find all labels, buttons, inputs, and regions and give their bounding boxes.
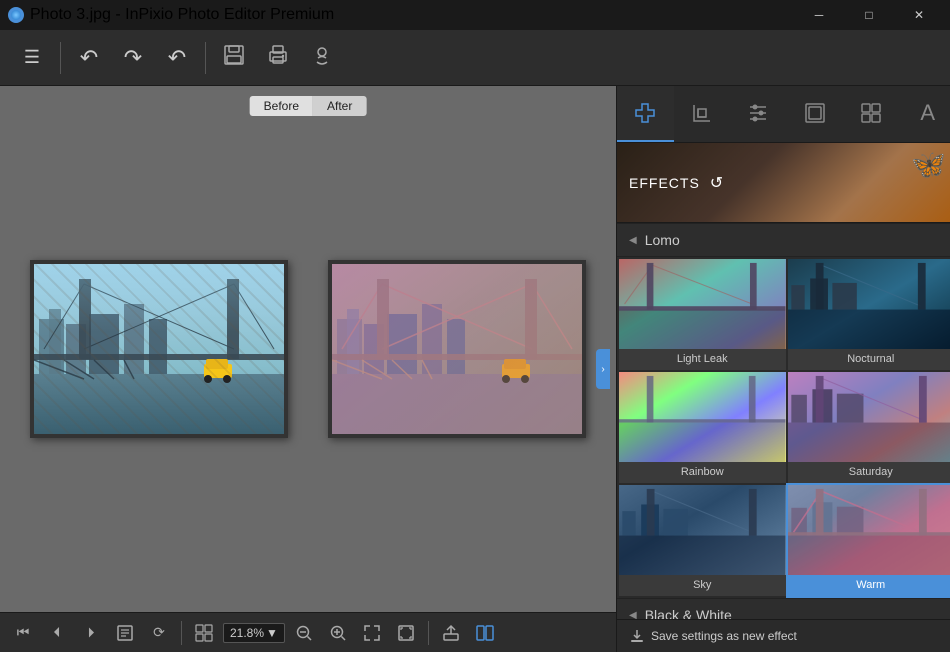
effect-nocturnal[interactable]: Nocturnal — [788, 259, 950, 370]
prev-button[interactable]: ⏴ — [42, 618, 72, 648]
panel-header-content: EFFECTS ↺ — [629, 171, 725, 195]
titlebar: Photo 3.jpg - InPixio Photo Editor Premi… — [0, 0, 950, 30]
lomo-effects-grid: Light Leak — [617, 257, 950, 598]
effect-sky-label: Sky — [619, 575, 786, 596]
titlebar-left: Photo 3.jpg - InPixio Photo Editor Premi… — [8, 6, 334, 24]
bottom-toolbar: ⏮ ⏴ ⏵ ⟳ 21.8% ▼ — [0, 612, 616, 652]
effect-warm[interactable]: Warm — [788, 485, 950, 596]
zoom-display: 21.8% ▼ — [223, 623, 285, 643]
canvas-images — [0, 86, 616, 612]
effect-sky[interactable]: Sky — [619, 485, 786, 596]
after-photo — [332, 264, 582, 434]
export-button[interactable] — [436, 618, 466, 648]
save-effect-button[interactable]: Save settings as new effect — [629, 628, 797, 644]
category-bw[interactable]: ◀ Black & White — [617, 598, 950, 619]
menu-button[interactable]: ☰ — [12, 38, 52, 78]
save-button[interactable] — [214, 38, 254, 78]
bw-label: Black & White — [645, 607, 732, 619]
undo-button[interactable]: ↶ — [69, 38, 109, 78]
toolbar-separator-1 — [60, 42, 61, 74]
tab-effects[interactable] — [617, 86, 674, 142]
toolbar: ☰ ↶ ↷ ↶ — [0, 30, 950, 86]
before-button[interactable]: Before — [250, 96, 313, 116]
panel-tabs: A — [617, 86, 950, 143]
panel-bottom: Save settings as new effect — [617, 619, 950, 652]
before-photo-frame — [30, 260, 288, 438]
right-panel: A 🦋 EFFECTS ↺ ◀ Lomo — [616, 86, 950, 652]
menu-icon: ☰ — [24, 47, 40, 68]
file-button[interactable] — [110, 618, 140, 648]
tab-frame[interactable] — [787, 86, 844, 142]
rotate-button[interactable]: ⟳ — [144, 618, 174, 648]
panel-header: 🦋 EFFECTS ↺ — [617, 143, 950, 223]
zoom-dropdown-icon[interactable]: ▼ — [266, 626, 278, 640]
main-area: Before After — [0, 86, 950, 652]
maximize-button[interactable]: □ — [846, 0, 892, 30]
skip-start-button[interactable]: ⏮ — [8, 618, 38, 648]
bw-arrow-icon: ◀ — [629, 610, 637, 620]
effect-rainbow[interactable]: Rainbow — [619, 372, 786, 483]
save-icon — [223, 44, 245, 71]
redo-button-2[interactable]: ↶ — [157, 38, 197, 78]
butterfly-decoration: 🦋 — [911, 148, 946, 181]
effect-warm-thumb — [788, 485, 950, 575]
sidebar-expand-arrow[interactable]: › — [596, 349, 610, 389]
effect-light-leak-thumb — [619, 259, 786, 349]
effect-saturday-label: Saturday — [788, 462, 950, 483]
dual-view-button[interactable] — [470, 618, 500, 648]
category-lomo[interactable]: ◀ Lomo — [617, 223, 950, 257]
effect-nocturnal-label: Nocturnal — [788, 349, 950, 370]
effects-reset-button[interactable]: ↺ — [708, 171, 725, 195]
text-tab-label: A — [920, 100, 935, 126]
grid-button[interactable] — [189, 618, 219, 648]
undo-icon: ↶ — [80, 45, 98, 71]
effect-sky-thumb — [619, 485, 786, 575]
fullscreen-button[interactable] — [391, 618, 421, 648]
bottom-sep-2 — [428, 621, 429, 645]
redo-icon-1: ↷ — [124, 45, 142, 71]
titlebar-title: Photo 3.jpg - InPixio Photo Editor Premi… — [30, 6, 334, 24]
after-button[interactable]: After — [313, 96, 366, 116]
zoom-in-button[interactable] — [323, 618, 353, 648]
tab-crop[interactable] — [674, 86, 731, 142]
print-icon — [267, 44, 289, 71]
redo-button-1[interactable]: ↷ — [113, 38, 153, 78]
effect-rainbow-thumb — [619, 372, 786, 462]
stamp-button[interactable] — [302, 38, 342, 78]
fit-button[interactable] — [357, 618, 387, 648]
print-button[interactable] — [258, 38, 298, 78]
bottom-sep-1 — [181, 621, 182, 645]
effect-rainbow-label: Rainbow — [619, 462, 786, 483]
tab-text[interactable]: A — [900, 86, 950, 142]
effect-light-leak[interactable]: Light Leak — [619, 259, 786, 370]
next-button[interactable]: ⏵ — [76, 618, 106, 648]
effect-saturday-thumb — [788, 372, 950, 462]
minimize-button[interactable]: ─ — [796, 0, 842, 30]
zoom-out-button[interactable] — [289, 618, 319, 648]
close-button[interactable]: ✕ — [896, 0, 942, 30]
panel-content: ◀ Lomo — [617, 223, 950, 619]
effect-warm-label: Warm — [788, 575, 950, 596]
lomo-arrow-icon: ◀ — [629, 235, 637, 246]
lomo-label: Lomo — [645, 232, 680, 248]
after-photo-frame — [328, 260, 586, 438]
stamp-icon — [311, 44, 333, 71]
canvas-area: Before After — [0, 86, 616, 652]
redo-icon-2: ↶ — [168, 45, 186, 71]
effect-light-leak-label: Light Leak — [619, 349, 786, 370]
app-icon — [8, 7, 24, 23]
effect-nocturnal-thumb — [788, 259, 950, 349]
toolbar-separator-2 — [205, 42, 206, 74]
effect-saturday[interactable]: Saturday — [788, 372, 950, 483]
tab-adjust[interactable] — [730, 86, 787, 142]
tab-texture[interactable] — [843, 86, 900, 142]
before-photo — [34, 264, 284, 434]
zoom-value: 21.8% — [230, 626, 264, 640]
before-after-toggle: Before After — [250, 96, 367, 116]
save-effect-label: Save settings as new effect — [651, 629, 797, 643]
titlebar-controls: ─ □ ✕ — [796, 0, 942, 30]
effects-label: EFFECTS — [629, 175, 700, 191]
